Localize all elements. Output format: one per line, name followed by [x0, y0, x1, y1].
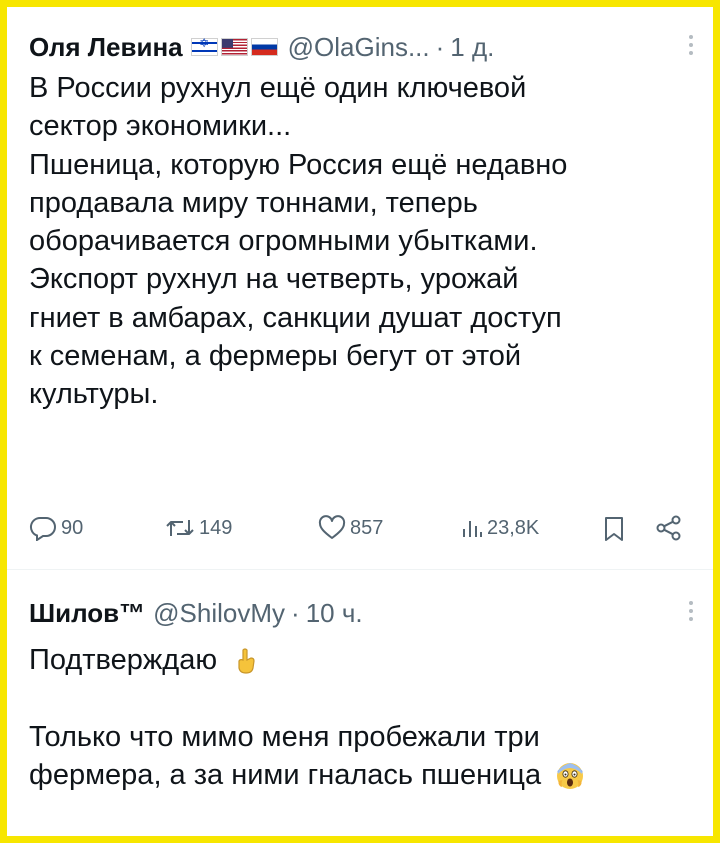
tweet-text-line: [29, 679, 695, 717]
reply-count: 90: [61, 516, 84, 539]
tweet-text-line: Подтверждаю: [29, 641, 695, 679]
repost-button[interactable]: 149: [165, 515, 232, 541]
author-flags: [190, 36, 278, 56]
author-name[interactable]: Оля Левина: [29, 32, 183, 63]
tweet-text-line: оборачивается огромными убытками.: [29, 225, 538, 258]
tweet-divider: [7, 569, 713, 570]
author-handle[interactable]: @OlaGins...: [288, 32, 430, 63]
tweet-text: В России рухнул ещё один ключевой сектор…: [29, 69, 695, 414]
screenshot-frame: Оля Левина @OlaGins... · 1 д. В России р…: [0, 0, 720, 843]
repost-icon: [166, 520, 194, 536]
more-options-icon[interactable]: [689, 601, 693, 621]
views-button[interactable]: 23,8K: [461, 515, 539, 541]
tweet-actions: 90 149 857 23,8K: [29, 507, 695, 547]
hand-index-up-icon: [238, 648, 255, 674]
share-icon: [656, 515, 681, 541]
russia-flag-icon: [250, 38, 278, 56]
tweet-text-line: гниет в амбарах, санкции душат доступ: [29, 301, 562, 334]
tweet-text-line: культуры.: [29, 378, 159, 411]
tweet-timestamp[interactable]: 10 ч.: [306, 598, 363, 629]
tweet-header: Оля Левина @OlaGins... · 1 д.: [29, 29, 695, 65]
views-count: 23,8K: [487, 516, 540, 539]
tweet-text-line: Пшеница, которую Россия ещё недавно: [29, 148, 568, 181]
tweet-text-span: фермера, а за ними гналась пшеница: [29, 758, 542, 791]
like-button[interactable]: 857: [318, 515, 383, 541]
tweet-text-line: Экспорт рухнул на четверть, урожай: [29, 263, 519, 296]
israel-flag-icon: [190, 36, 218, 56]
screaming-face-icon: [557, 763, 584, 790]
reply-icon: [29, 516, 56, 541]
tweet-text: Подтверждаю Только что мимо меня пробежа…: [29, 641, 695, 794]
heart-icon: [318, 515, 346, 539]
tweet-reply[interactable]: Шилов™ @ShilovMy · 10 ч. Подтверждаю Тол…: [29, 595, 695, 794]
author-name[interactable]: Шилов™: [29, 598, 145, 629]
share-button[interactable]: [655, 515, 683, 541]
tweet-text-line: к семенам, а фермеры бегут от этой: [29, 340, 522, 373]
author-handle[interactable]: @ShilovMy: [153, 598, 285, 629]
header-separator: ·: [291, 597, 300, 628]
more-options-icon[interactable]: [689, 35, 693, 55]
tweet-original[interactable]: Оля Левина @OlaGins... · 1 д. В России р…: [29, 29, 695, 414]
tweet-text-line: фермера, а за ними гналась пшеница: [29, 756, 695, 794]
repost-count: 149: [199, 516, 233, 539]
header-separator: ·: [435, 31, 445, 62]
tweet-text-line: Только что мимо меня пробежали три: [29, 720, 540, 753]
usa-flag-icon: [220, 38, 248, 56]
bar-chart-icon: [463, 521, 482, 537]
tweet-timestamp[interactable]: 1 д.: [450, 32, 494, 63]
tweet-text-line: В России рухнул ещё один ключевой: [29, 72, 527, 104]
bookmark-button[interactable]: [603, 515, 625, 543]
tweet-header: Шилов™ @ShilovMy · 10 ч.: [29, 595, 695, 631]
like-count: 857: [350, 516, 384, 539]
tweet-text-line: продавала миру тоннами, теперь: [29, 186, 478, 219]
bookmark-icon: [605, 517, 623, 541]
tweet-text-line: сектор экономики...: [29, 110, 292, 143]
reply-button[interactable]: 90: [29, 515, 83, 541]
tweet-text-span: Подтверждаю: [29, 644, 218, 676]
